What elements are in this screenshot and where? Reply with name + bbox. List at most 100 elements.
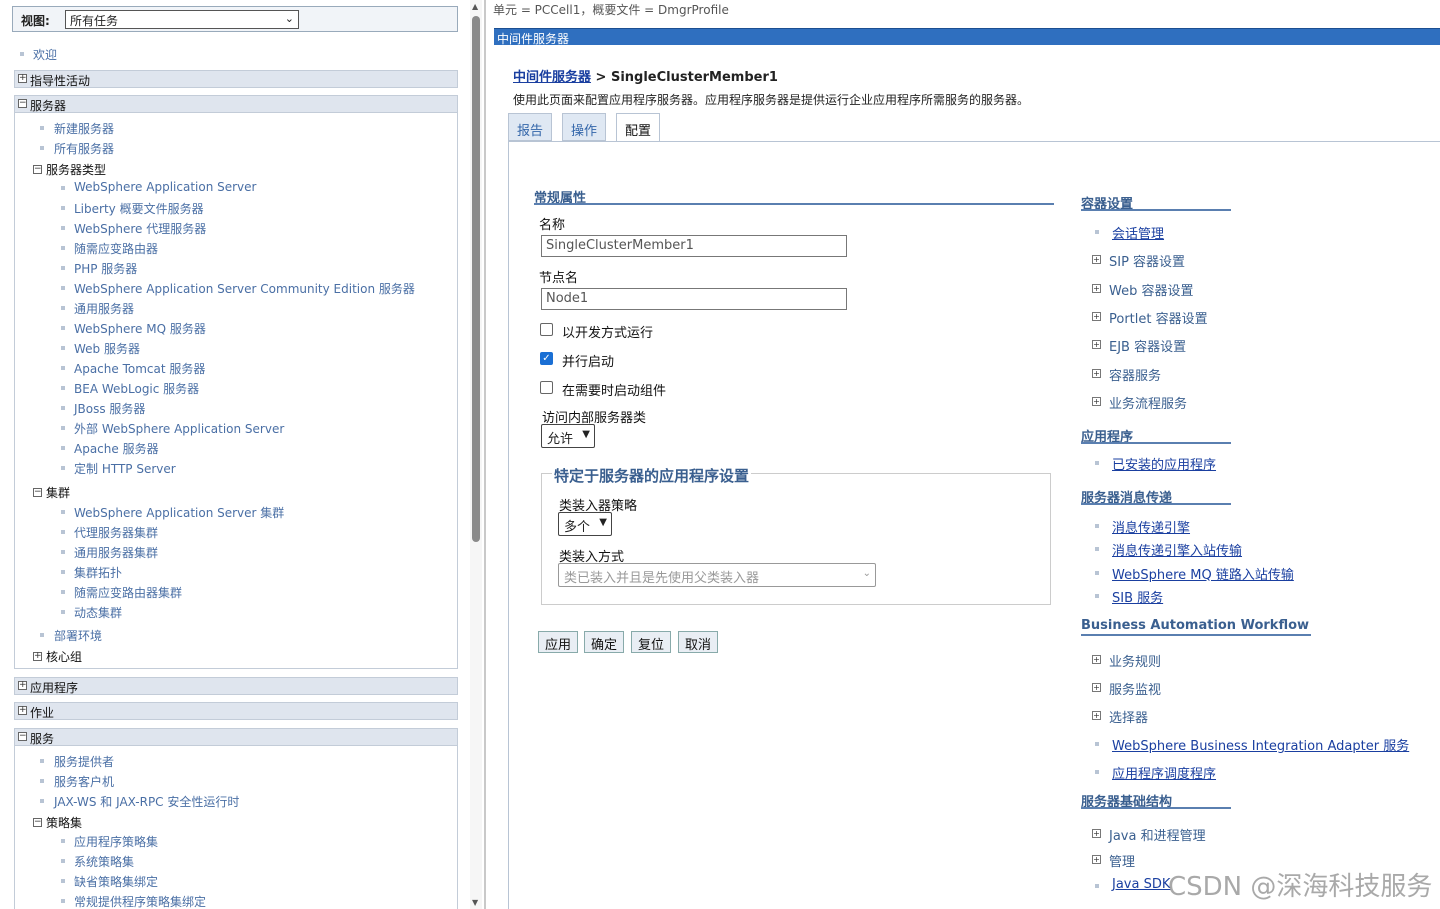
reset-button[interactable]: 复位 [631,631,672,653]
nav-section-guided[interactable]: + 指导性活动 [14,70,458,88]
messaging-item[interactable]: SIB 服务 [1112,587,1163,606]
expand-icon[interactable]: + [1092,255,1101,265]
nav-policy-item[interactable]: 系统策略集 [74,853,134,870]
expand-icon[interactable]: + [33,652,42,661]
on-demand-checkbox[interactable] [540,381,553,394]
container-setting-item[interactable]: SIP 容器设置 [1109,251,1185,270]
nav-section-servers[interactable]: − 服务器 [14,95,458,113]
tab-configuration[interactable]: 配置 [616,113,661,142]
nav-server-type-item[interactable]: Apache 服务器 [74,440,159,457]
breadcrumb-link[interactable]: 中间件服务器 [513,70,591,85]
expand-icon[interactable]: + [18,681,27,690]
node-field[interactable]: Node1 [541,288,847,310]
nav-server-type-item[interactable]: 通用服务器 [74,300,134,317]
cancel-button[interactable]: 取消 [678,631,719,653]
class-loading-mode-select[interactable]: 类已装入并且是先使用父类装入器 ⌄ [558,563,876,587]
nav-section-applications[interactable]: + 应用程序 [14,677,458,695]
nav-service-item[interactable]: JAX-WS 和 JAX-RPC 安全性运行时 [54,793,239,810]
apply-button[interactable]: 应用 [538,631,579,653]
scroll-down-icon[interactable]: ▼ [472,898,478,907]
internal-class-select[interactable]: 允许 ▼ [541,424,595,448]
expand-icon[interactable]: + [18,74,27,83]
messaging-item[interactable]: WebSphere MQ 链路入站传输 [1112,564,1294,583]
nav-cluster-item[interactable]: 通用服务器集群 [74,544,158,561]
view-select[interactable]: 所有任务 ⌄ [65,10,299,29]
scrollbar-thumb[interactable] [472,16,480,542]
expand-icon[interactable]: + [1092,311,1101,321]
nav-server-type-item[interactable]: Liberty 概要文件服务器 [74,200,204,217]
nav-deployment-env[interactable]: 部署环境 [54,627,102,644]
nav-cluster-item[interactable]: 随需应变路由器集群 [74,584,182,601]
tab-report[interactable]: 报告 [508,113,553,141]
nav-server-type-item[interactable]: 随需应变路由器 [74,240,158,257]
expand-icon[interactable]: + [18,706,27,715]
dev-mode-checkbox[interactable] [540,323,553,336]
collapse-icon[interactable]: − [33,818,42,827]
expand-icon[interactable]: + [1092,829,1101,838]
nav-server-type-item[interactable]: 外部 WebSphere Application Server [74,420,284,437]
nav-cluster-item[interactable]: 动态集群 [74,604,122,621]
collapse-icon[interactable]: − [18,99,27,108]
installed-apps-link[interactable]: 已安装的应用程序 [1112,454,1216,473]
nav-server-type-item[interactable]: Web 服务器 [74,340,140,357]
expand-icon[interactable]: + [1092,855,1101,864]
expand-icon[interactable]: + [1092,340,1101,350]
nav-policy-item[interactable]: 缺省策略集绑定 [74,873,158,890]
container-setting-item[interactable]: Portlet 容器设置 [1109,308,1208,327]
tab-operations[interactable]: 操作 [562,113,607,141]
baw-item[interactable]: 应用程序调度程序 [1112,763,1216,782]
collapse-icon[interactable]: − [33,165,42,174]
infrastructure-item[interactable]: 管理 [1109,851,1135,870]
nav-cluster-item[interactable]: 代理服务器集群 [74,524,158,541]
infrastructure-item[interactable]: Java SDK [1112,877,1170,892]
nav-server-type-item[interactable]: BEA WebLogic 服务器 [74,380,199,397]
expand-icon[interactable]: + [1092,396,1101,406]
baw-item[interactable]: 业务规则 [1109,651,1161,670]
nav-server-type-item[interactable]: PHP 服务器 [74,260,137,277]
nav-server-type-item[interactable]: Apache Tomcat 服务器 [74,360,205,377]
nav-server-type-item[interactable]: 定制 HTTP Server [74,460,176,477]
nav-section-jobs[interactable]: + 作业 [14,702,458,720]
nav-section-services[interactable]: − 服务 [14,728,458,746]
container-setting-item[interactable]: EJB 容器设置 [1109,336,1186,355]
name-field[interactable]: SingleClusterMember1 [541,235,847,257]
messaging-item[interactable]: 消息传递引擎入站传输 [1112,540,1242,559]
collapse-icon[interactable]: − [18,732,27,741]
expand-icon[interactable]: + [1092,283,1101,293]
nav-scrollbar[interactable]: ▲ ▼ [470,0,482,909]
nav-server-type-item[interactable]: WebSphere 代理服务器 [74,220,206,237]
expand-icon[interactable]: + [1092,683,1101,692]
container-setting-item[interactable]: 会话管理 [1112,223,1164,242]
infrastructure-item[interactable]: Java 和进程管理 [1109,825,1206,844]
container-setting-item[interactable]: 业务流程服务 [1109,393,1187,412]
container-setting-item[interactable]: Web 容器设置 [1109,280,1193,299]
nav-server-types[interactable]: 服务器类型 [46,161,106,178]
baw-item[interactable]: 服务监视 [1109,679,1161,698]
expand-icon[interactable]: + [1092,368,1101,378]
nav-all-servers[interactable]: 所有服务器 [54,140,114,157]
nav-core-groups[interactable]: 核心组 [46,648,82,665]
nav-service-item[interactable]: 服务提供者 [54,753,114,770]
nav-server-type-item[interactable]: WebSphere Application Server [74,180,256,194]
nav-welcome[interactable]: 欢迎 [33,46,57,63]
baw-item[interactable]: WebSphere Business Integration Adapter 服… [1112,735,1409,754]
pane-divider[interactable] [484,0,486,909]
nav-clusters[interactable]: 集群 [46,484,70,501]
nav-policy-item[interactable]: 常规提供程序策略集绑定 [74,893,206,909]
classloader-policy-select[interactable]: 多个 ▼ [558,512,612,536]
expand-icon[interactable]: + [1092,711,1101,720]
container-setting-item[interactable]: 容器服务 [1109,365,1161,384]
messaging-item[interactable]: 消息传递引擎 [1112,517,1190,536]
nav-cluster-item[interactable]: WebSphere Application Server 集群 [74,504,284,521]
nav-server-type-item[interactable]: JBoss 服务器 [74,400,145,417]
nav-new-server[interactable]: 新建服务器 [54,120,114,137]
nav-server-type-item[interactable]: WebSphere MQ 服务器 [74,320,206,337]
baw-item[interactable]: 选择器 [1109,707,1148,726]
nav-server-type-item[interactable]: WebSphere Application Server Community E… [74,280,415,297]
nav-service-item[interactable]: 服务客户机 [54,773,114,790]
scroll-up-icon[interactable]: ▲ [472,2,478,11]
nav-policy-item[interactable]: 应用程序策略集 [74,833,158,850]
parallel-start-checkbox[interactable]: ✓ [540,352,553,365]
ok-button[interactable]: 确定 [584,631,625,653]
collapse-icon[interactable]: − [33,488,42,497]
